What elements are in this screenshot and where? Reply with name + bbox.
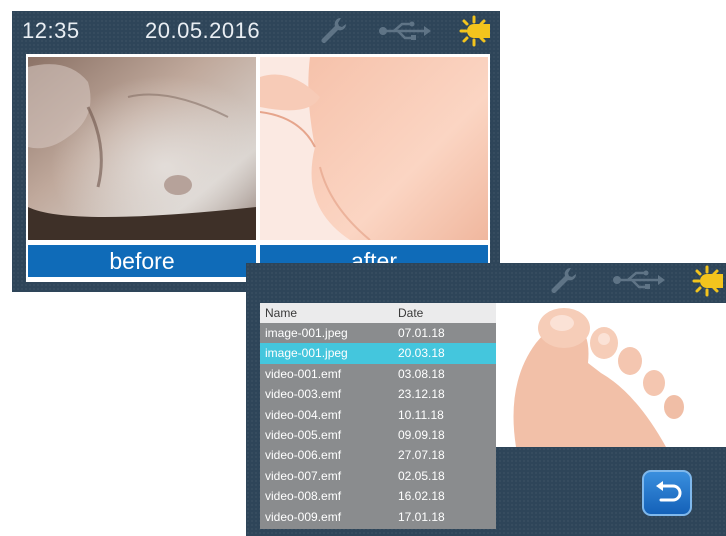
brightness-icon[interactable]	[692, 265, 726, 297]
back-button[interactable]	[642, 470, 692, 516]
file-date: 03.08.18	[398, 366, 445, 381]
file-date: 23.12.18	[398, 387, 445, 402]
file-name: video-009.emf	[265, 509, 342, 524]
file-row[interactable]: video-007.emf 02.05.18	[260, 466, 496, 486]
file-name: video-008.emf	[265, 489, 342, 504]
file-list[interactable]: Name Date image-001.jpeg 07.01.18 image-00…	[260, 303, 496, 529]
before-label: before	[28, 245, 256, 277]
brightness-icon[interactable]	[459, 15, 493, 47]
wrench-icon[interactable]	[547, 265, 579, 297]
file-row[interactable]: video-004.emf 10.11.18	[260, 405, 496, 425]
file-row[interactable]: video-006.emf 27.07.18	[260, 445, 496, 465]
file-name: video-001.emf	[265, 366, 342, 381]
file-date: 17.01.18	[398, 509, 445, 524]
file-date: 16.02.18	[398, 489, 445, 504]
file-date: 09.09.18	[398, 427, 445, 442]
usb-icon[interactable]	[378, 19, 432, 43]
comparison-panel: before after	[26, 54, 490, 282]
wrench-icon[interactable]	[317, 15, 349, 47]
file-name: video-007.emf	[265, 468, 342, 483]
clock-time: 12:35	[22, 18, 80, 43]
file-name: video-005.emf	[265, 427, 342, 442]
column-header-name[interactable]: Name	[265, 303, 297, 323]
file-name: video-003.emf	[265, 387, 342, 402]
column-header-date[interactable]: Date	[398, 303, 423, 323]
return-arrow-icon	[656, 481, 682, 502]
before-after-screen: 12:35 20.05.2016 before after	[12, 11, 500, 292]
file-row[interactable]: video-003.emf 23.12.18	[260, 384, 496, 404]
status-bar: 12:35 20.05.2016	[12, 11, 500, 51]
file-name: video-004.emf	[265, 407, 342, 422]
file-row[interactable]: image-001.jpeg 20.03.18	[260, 343, 496, 364]
file-row[interactable]: video-008.emf 16.02.18	[260, 486, 496, 506]
file-row[interactable]: video-009.emf 17.01.18	[260, 507, 496, 527]
file-name: video-006.emf	[265, 448, 342, 463]
file-list-header: Name Date	[260, 303, 496, 323]
preview-image	[496, 303, 726, 447]
file-row[interactable]: video-001.emf 03.08.18	[260, 364, 496, 384]
file-name: image-001.jpeg	[265, 326, 348, 340]
file-browser-screen: Name Date image-001.jpeg 07.01.18 image-00…	[246, 263, 726, 536]
file-date: 20.03.18	[398, 346, 445, 361]
before-photo	[28, 57, 256, 240]
file-date: 02.05.18	[398, 468, 445, 483]
file-name: image-001.jpeg	[265, 346, 348, 361]
current-date: 20.05.2016	[145, 18, 261, 43]
file-row[interactable]: video-005.emf 09.09.18	[260, 425, 496, 445]
file-date: 07.01.18	[398, 326, 445, 340]
file-date: 27.07.18	[398, 448, 445, 463]
after-photo	[260, 57, 488, 240]
usb-icon[interactable]	[612, 268, 666, 292]
file-date: 10.11.18	[398, 407, 444, 422]
file-row[interactable]: image-001.jpeg 07.01.18	[260, 323, 496, 343]
